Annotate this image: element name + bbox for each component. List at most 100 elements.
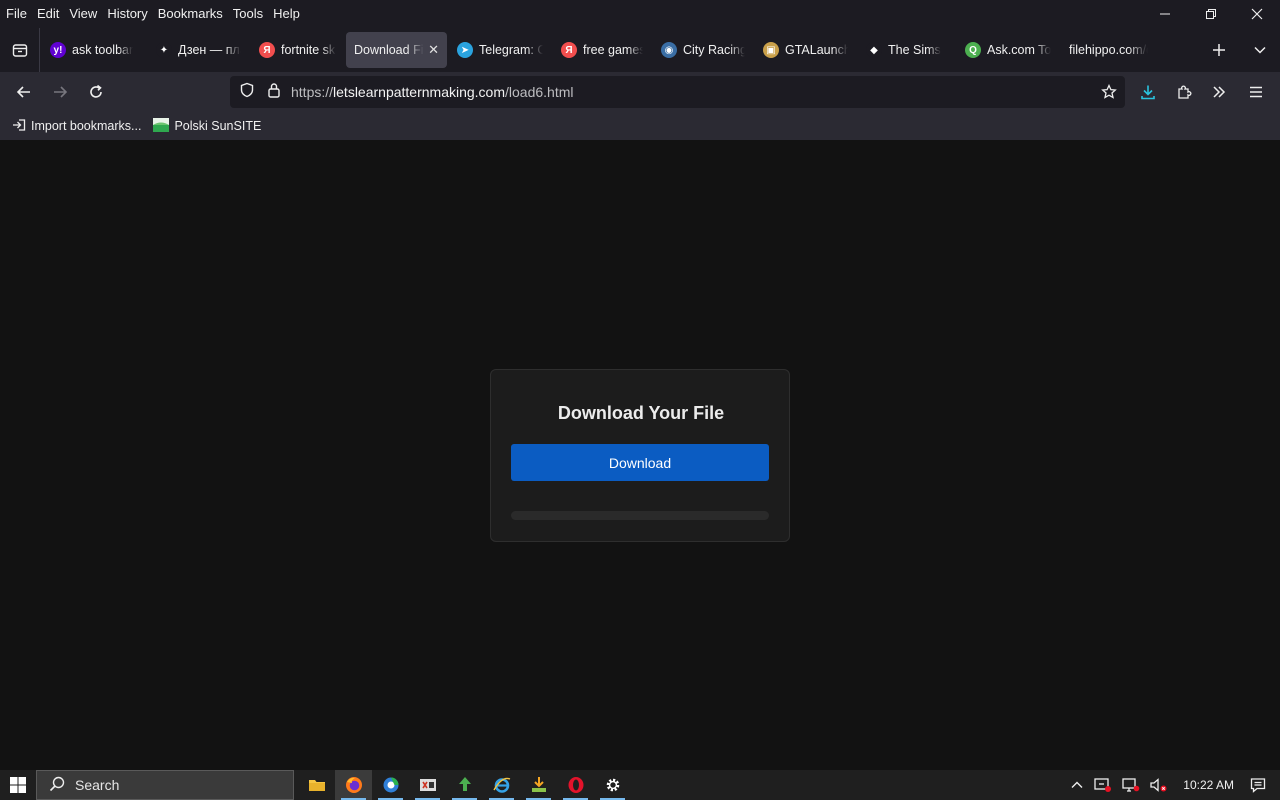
tab[interactable]: y! ask toolbar xyxy=(42,32,146,68)
url-host: letslearnpatternmaking.com xyxy=(333,84,506,100)
close-window-button[interactable] xyxy=(1234,0,1280,28)
taskbar-settings[interactable] xyxy=(594,770,631,800)
taskbar-media-app[interactable] xyxy=(409,770,446,800)
tab[interactable]: ◆ The Sims xyxy=(858,32,955,68)
tab[interactable]: filehippo.com/download xyxy=(1061,32,1156,68)
double-chevron-right-icon xyxy=(1213,86,1226,98)
reload-icon xyxy=(90,84,102,98)
tray-security-status[interactable] xyxy=(1089,770,1117,800)
close-tab-icon[interactable]: ✕ xyxy=(428,42,439,58)
gear-icon xyxy=(606,778,619,792)
new-tab-button[interactable] xyxy=(1201,28,1237,72)
tab-title: Telegram: Contact xyxy=(479,43,543,57)
download-card: Download Your File Download xyxy=(490,369,790,542)
menu-help[interactable]: Help xyxy=(268,4,305,24)
tab-title: fortnite skins xyxy=(281,43,336,57)
reload-button[interactable] xyxy=(78,76,114,108)
tray-volume[interactable] xyxy=(1145,770,1173,800)
folder-icon xyxy=(308,780,325,791)
show-hidden-icons-button[interactable] xyxy=(1065,770,1089,800)
forward-button[interactable] xyxy=(42,76,78,108)
menu-history[interactable]: History xyxy=(102,4,152,24)
url-path: /load6.html xyxy=(505,84,574,100)
windows-taskbar: Search 10:22 AM xyxy=(0,770,1280,800)
back-button[interactable] xyxy=(6,76,42,108)
window-controls xyxy=(1142,0,1280,28)
menu-edit[interactable]: Edit xyxy=(32,4,64,24)
taskbar-firefox[interactable] xyxy=(335,770,372,800)
tab[interactable]: ▣ GTALauncher xyxy=(755,32,856,68)
bookmark-polski-sunsite[interactable]: Polski SunSITE xyxy=(147,117,267,135)
more-tools-button[interactable] xyxy=(1201,76,1237,108)
tab-strip: y! ask toolbar ✦ Дзен — платформа Яfortnite … xyxy=(40,28,1156,72)
chevron-down-icon xyxy=(1254,46,1266,54)
downloads-button[interactable] xyxy=(1130,76,1166,108)
bookmark-label: Polski SunSITE xyxy=(174,119,262,133)
telegram-icon: ➤ xyxy=(457,42,473,58)
lock-icon[interactable] xyxy=(267,82,281,103)
minimize-button[interactable] xyxy=(1142,0,1188,28)
chevron-up-icon xyxy=(1071,781,1083,788)
menu-view[interactable]: View xyxy=(64,4,102,24)
taskbar-opera[interactable] xyxy=(557,770,594,800)
game-icon: ◉ xyxy=(661,42,677,58)
taskbar-installer-app[interactable] xyxy=(520,770,557,800)
tab-title: ask toolbar xyxy=(72,43,134,57)
restore-button[interactable] xyxy=(1188,0,1234,28)
tab[interactable]: Яfortnite skins xyxy=(251,32,344,68)
taskbar-internet-explorer[interactable] xyxy=(483,770,520,800)
taskbar-browser-app[interactable] xyxy=(372,770,409,800)
taskbar-clock[interactable]: 10:22 AM xyxy=(1173,778,1244,792)
bookmark-star-icon[interactable] xyxy=(1101,83,1117,105)
installer-download-icon xyxy=(531,777,546,792)
firefox-view-button[interactable] xyxy=(0,28,40,72)
tab[interactable]: Q Ask.com Toolbar xyxy=(957,32,1059,68)
yandex-icon: Я xyxy=(259,42,275,58)
page-title: Download Your File xyxy=(557,403,725,423)
tab[interactable]: ➤ Telegram: Contact xyxy=(449,32,551,68)
network-disconnected-icon xyxy=(1122,778,1140,792)
close-icon xyxy=(1251,8,1263,20)
url-text[interactable]: https://letslearnpatternmaking.com/load6… xyxy=(291,84,574,100)
forward-arrow-icon xyxy=(54,86,68,98)
menu-file[interactable]: File xyxy=(0,4,32,24)
app-menu-button[interactable] xyxy=(1238,76,1274,108)
download-button[interactable]: Download xyxy=(511,444,769,481)
taskbar-search-box[interactable]: Search xyxy=(36,770,294,800)
ask-icon: Q xyxy=(965,42,981,58)
taskbar-file-explorer[interactable] xyxy=(298,770,335,800)
action-center-button[interactable] xyxy=(1244,770,1280,800)
navigation-toolbar: https://letslearnpatternmaking.com/load6… xyxy=(0,72,1280,112)
url-bar[interactable]: https://letslearnpatternmaking.com/load6… xyxy=(230,76,1125,108)
search-icon xyxy=(49,776,65,795)
firefox-view-icon xyxy=(12,44,27,57)
windows-logo-icon xyxy=(10,777,26,793)
tray-network[interactable] xyxy=(1117,770,1145,800)
browser-globe-icon xyxy=(383,777,398,793)
bookmark-import[interactable]: Import bookmarks... xyxy=(6,118,147,135)
menu-bar: File Edit View History Bookmarks Tools H… xyxy=(0,0,1280,28)
tab[interactable]: Яfree games xyxy=(553,32,651,68)
bookmark-label: Import bookmarks... xyxy=(31,119,142,133)
tracking-protection-shield-icon[interactable] xyxy=(239,82,255,103)
list-all-tabs-button[interactable] xyxy=(1242,28,1278,72)
tab-title: Ask.com Toolbar xyxy=(987,43,1051,57)
tab-title: City Racing xyxy=(683,43,745,57)
bookmarks-toolbar: Import bookmarks... Polski SunSITE xyxy=(0,112,1280,140)
taskbar-downloader-app[interactable] xyxy=(446,770,483,800)
gta-icon: ▣ xyxy=(763,42,779,58)
security-alert-icon xyxy=(1094,778,1112,792)
tab[interactable]: ◉ City Racing xyxy=(653,32,753,68)
menu-tools[interactable]: Tools xyxy=(228,4,268,24)
menu-bookmarks[interactable]: Bookmarks xyxy=(153,4,228,24)
page-content: Download Your File Download xyxy=(0,140,1280,770)
search-placeholder: Search xyxy=(75,777,120,793)
extensions-button[interactable] xyxy=(1166,76,1202,108)
tab-title: GTALauncher xyxy=(785,43,848,57)
yandex-icon: Я xyxy=(561,42,577,58)
tab-active[interactable]: Download File ✕ xyxy=(346,32,447,68)
yahoo-icon: y! xyxy=(50,42,66,58)
start-button[interactable] xyxy=(0,770,36,800)
green-download-icon xyxy=(458,777,471,791)
tab[interactable]: ✦ Дзен — платформа xyxy=(148,32,249,68)
